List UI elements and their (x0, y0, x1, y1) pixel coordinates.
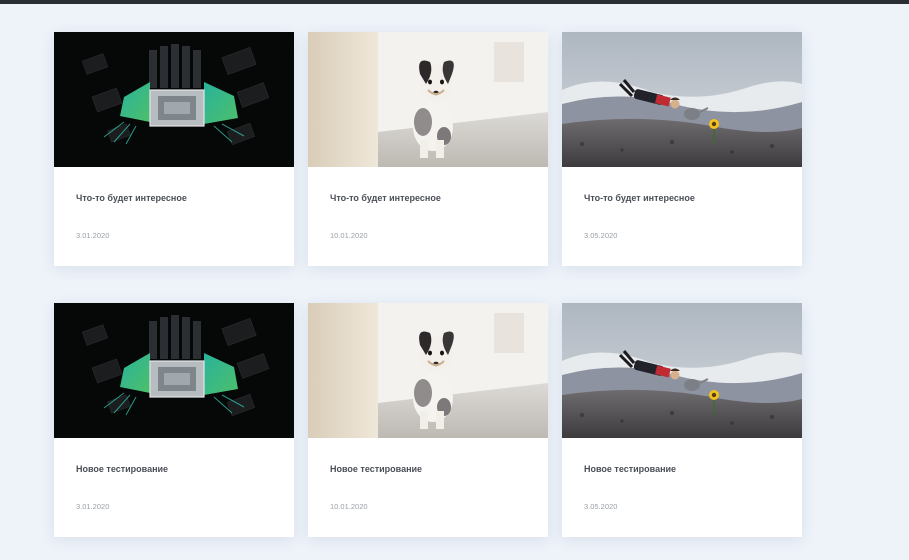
card-title[interactable]: Что-то будет интересное (584, 193, 695, 203)
card-title[interactable]: Новое тестирование (76, 464, 168, 474)
flying-man-image (562, 32, 802, 167)
card-date: 10.01.2020 (330, 231, 368, 240)
card[interactable]: Что-то будет интересное 10.01.2020 (308, 32, 548, 266)
card-date: 10.01.2020 (330, 502, 368, 511)
circuit-board-image (54, 32, 294, 167)
puppy-image (308, 303, 548, 438)
card-date: 3.01.2020 (76, 231, 110, 240)
card[interactable]: Что-то будет интересное 3.01.2020 (54, 32, 294, 266)
card-image (308, 32, 548, 167)
card-title[interactable]: Что-то будет интересное (330, 193, 441, 203)
card[interactable]: Новое тестирование 10.01.2020 (308, 303, 548, 537)
card[interactable]: Новое тестирование 3.01.2020 (54, 303, 294, 537)
top-bar (0, 0, 909, 4)
card-title[interactable]: Новое тестирование (330, 464, 422, 474)
card-image (54, 303, 294, 438)
card[interactable]: Новое тестирование 3.05.2020 (562, 303, 802, 537)
card-title[interactable]: Что-то будет интересное (76, 193, 187, 203)
circuit-board-image (54, 303, 294, 438)
card[interactable]: Что-то будет интересное 3.05.2020 (562, 32, 802, 266)
puppy-image (308, 32, 548, 167)
flying-man-image (562, 303, 802, 438)
card-date: 3.05.2020 (584, 231, 618, 240)
card-grid: Что-то будет интересное 3.01.2020 Что-то… (54, 32, 802, 537)
card-image (562, 32, 802, 167)
card-date: 3.01.2020 (76, 502, 110, 511)
card-image (54, 32, 294, 167)
card-image (308, 303, 548, 438)
card-title[interactable]: Новое тестирование (584, 464, 676, 474)
card-image (562, 303, 802, 438)
card-date: 3.05.2020 (584, 502, 618, 511)
